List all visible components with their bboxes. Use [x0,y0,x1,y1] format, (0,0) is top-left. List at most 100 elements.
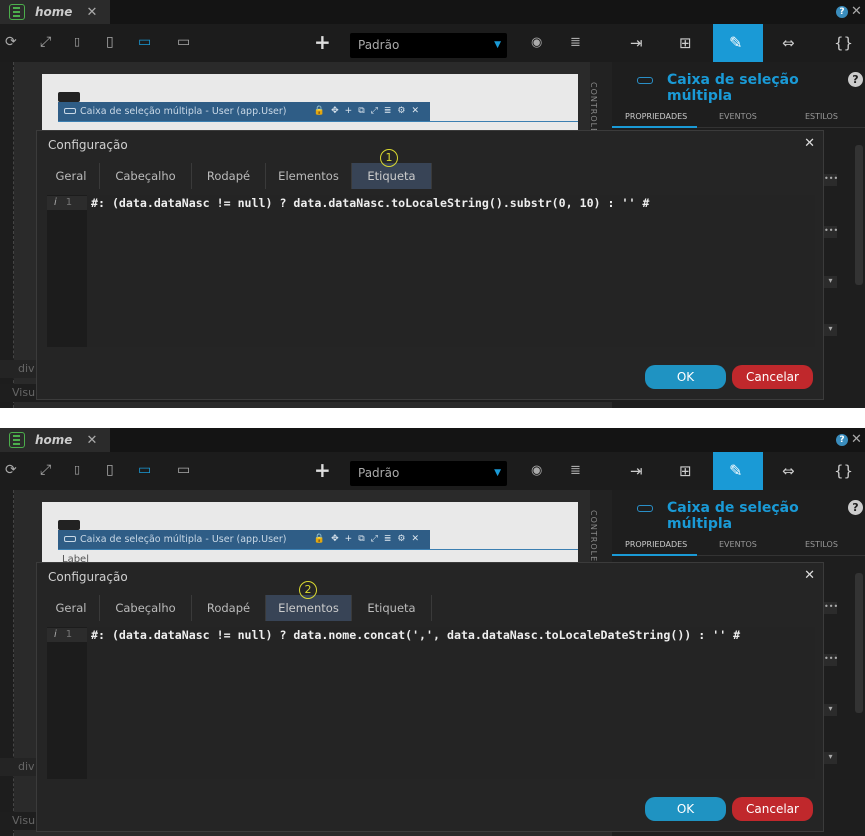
select-icon [64,108,76,114]
chevron-down-icon[interactable]: ▾ [824,704,837,716]
help-icon[interactable]: ? [836,6,848,18]
chevron-down-icon: ▼ [494,40,501,50]
help-icon[interactable]: ? [848,500,863,515]
close-icon[interactable]: ✕ [804,568,815,583]
code-editor[interactable]: i1 #: (data.dataNasc != null) ? data.dat… [47,195,815,347]
breadcrumb-item[interactable]: div [18,362,35,375]
close-icon[interactable]: ✕ [804,136,815,151]
more-icon[interactable]: ••• [824,174,838,186]
close-icon[interactable]: ✕ [851,432,862,447]
code-icon[interactable]: {} [834,34,853,52]
info-icon: i [54,629,57,640]
tab-geral[interactable]: Geral [43,595,100,621]
cancel-button[interactable]: Cancelar [732,797,813,821]
tablet-icon[interactable]: ▯ [106,33,114,51]
tab-elementos[interactable]: Elementos [266,163,352,189]
config-dialog: Configuração ✕ Geral Cabeçalho Rodapé El… [36,562,824,832]
tab-cabecalho[interactable]: Cabeçalho [100,595,192,621]
login-icon[interactable]: ⇥ [630,34,643,52]
add-icon[interactable]: + [314,30,331,54]
component-action-icons[interactable]: 🔒✥+⧉⤢≣⚙✕ [314,530,425,549]
component-outline [58,121,578,122]
tab-styles[interactable]: ESTILOS [805,112,838,121]
tree-icon[interactable]: ⊞ [679,34,692,52]
line-number-value: 1 [65,629,73,640]
screenshot-1: home ✕ ? ✕ ⟳ ⤢ ▯ ▯ ▭ ▭ + Padrão ▼ ◉ ≣ ⇥ ⊞… [0,0,865,408]
refresh-icon[interactable]: ⟳ [5,33,17,51]
bottom-tab[interactable]: Visu [12,386,35,399]
scrollbar[interactable] [855,573,863,713]
config-dialog: Configuração ✕ Geral Cabeçalho Rodapé El… [36,130,824,400]
chevron-down-icon[interactable]: ▾ [824,276,837,288]
tab-styles[interactable]: ESTILOS [805,540,838,549]
device-select[interactable]: Padrão ▼ [350,461,507,486]
tab-etiqueta[interactable]: Etiqueta [352,595,432,621]
close-icon[interactable]: ✕ [86,433,97,448]
code-line: #: (data.dataNasc != null) ? data.nome.c… [91,628,741,642]
mobile-icon[interactable]: ▯ [74,461,80,479]
code-area[interactable]: #: (data.dataNasc != null) ? data.nome.c… [87,627,815,779]
tab-rodape[interactable]: Rodapé [192,595,266,621]
editor-gutter: i1 [47,627,87,779]
tab-label: home [35,5,73,19]
toolbar: ⟳ ⤢ ▯ ▯ ▭ ▭ + Padrão ▼ ◉ ≣ [0,24,612,62]
close-icon[interactable]: ✕ [851,4,862,19]
desktop-icon[interactable]: ▭ [138,461,151,479]
tab-properties[interactable]: PROPRIEDADES [625,112,687,121]
dialog-title: Configuração [48,570,128,584]
code-editor[interactable]: i1 #: (data.dataNasc != null) ? data.nom… [47,627,815,779]
tab-etiqueta[interactable]: Etiqueta [352,163,432,189]
code-icon[interactable]: {} [834,462,853,480]
ok-button[interactable]: OK [645,365,726,389]
eye-off-icon[interactable]: ◉ [531,463,542,478]
expand-icon[interactable]: ⤢ [40,33,51,51]
login-icon[interactable]: ⇥ [630,462,643,480]
tab-rodape[interactable]: Rodapé [192,163,266,189]
desktop-icon[interactable]: ▭ [138,33,151,51]
chevron-down-icon[interactable]: ▾ [824,752,837,764]
close-icon[interactable]: ✕ [86,5,97,20]
help-icon[interactable]: ? [848,72,863,87]
eye-off-icon[interactable]: ◉ [531,35,542,50]
component-handle[interactable] [58,92,80,102]
component-handle[interactable] [58,520,80,530]
tree-icon[interactable]: ⊞ [679,462,692,480]
edit-tab[interactable]: ✎ [713,452,763,490]
chevron-down-icon[interactable]: ▾ [824,324,837,336]
resize-icon[interactable]: ⇔ [782,462,795,480]
expand-icon[interactable]: ⤢ [40,461,51,479]
edit-tab[interactable]: ✎ [713,24,763,62]
more-icon[interactable]: ••• [824,602,838,614]
tab-properties[interactable]: PROPRIEDADES [625,540,687,549]
step-marker: 2 [299,581,317,599]
code-area[interactable]: #: (data.dataNasc != null) ? data.dataNa… [87,195,815,347]
database-icon[interactable]: ≣ [570,35,581,50]
ok-button[interactable]: OK [645,797,726,821]
refresh-icon[interactable]: ⟳ [5,461,17,479]
tablet-icon[interactable]: ▯ [106,461,114,479]
cancel-button[interactable]: Cancelar [732,365,813,389]
monitor-icon[interactable]: ▭ [177,33,190,51]
scrollbar[interactable] [855,145,863,285]
select-icon [64,536,76,542]
resize-icon[interactable]: ⇔ [782,34,795,52]
device-select[interactable]: Padrão ▼ [350,33,507,58]
tab-cabecalho[interactable]: Cabeçalho [100,163,192,189]
panel-title: Caixa de seleção múltipla [667,72,799,104]
tab-home[interactable]: home ✕ [0,0,110,24]
more-icon[interactable]: ••• [824,654,838,666]
tab-home[interactable]: home ✕ [0,428,110,452]
breadcrumb-item[interactable]: div [18,760,35,773]
bottom-tab[interactable]: Visu [12,814,35,827]
more-icon[interactable]: ••• [824,226,838,238]
tab-geral[interactable]: Geral [43,163,100,189]
tab-events[interactable]: EVENTOS [719,540,757,549]
help-icon[interactable]: ? [836,434,848,446]
database-icon[interactable]: ≣ [570,463,581,478]
dialog-tabs: Geral Cabeçalho Rodapé Elementos Etiquet… [43,581,819,621]
add-icon[interactable]: + [314,458,331,482]
component-action-icons[interactable]: 🔒✥+⧉⤢≣⚙✕ [314,102,425,121]
monitor-icon[interactable]: ▭ [177,461,190,479]
mobile-icon[interactable]: ▯ [74,33,80,51]
tab-events[interactable]: EVENTOS [719,112,757,121]
